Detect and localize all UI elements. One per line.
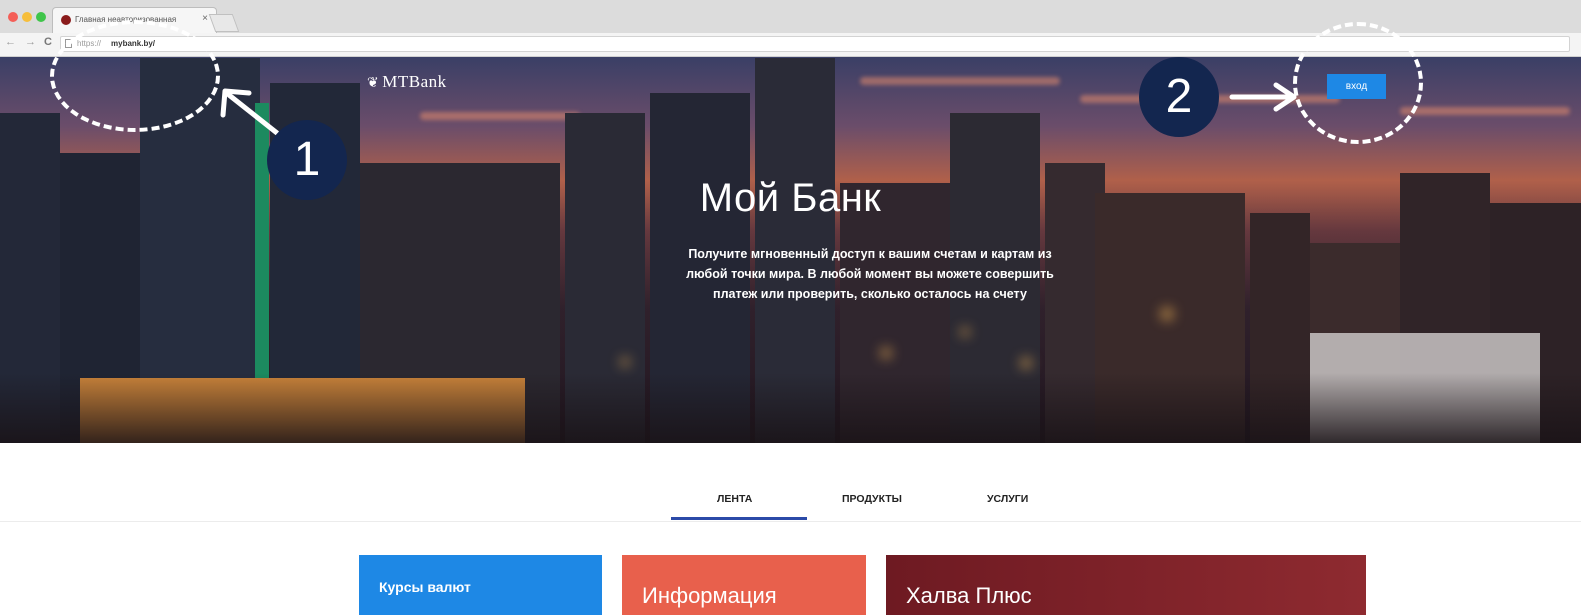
card-halva-plus-label: Халва Плюс <box>906 583 1032 608</box>
city-light <box>1020 357 1032 369</box>
active-tab-indicator <box>671 517 807 520</box>
close-window-icon[interactable] <box>8 12 18 22</box>
city-light <box>960 327 970 337</box>
new-tab-button[interactable] <box>208 14 240 32</box>
card-exchange-rates[interactable]: Курсы валют <box>359 555 602 615</box>
city-light <box>620 357 630 367</box>
mtbank-logo[interactable]: ❦ MTBank <box>367 72 447 92</box>
favicon-icon <box>61 15 71 25</box>
cloud-shape <box>1400 107 1570 115</box>
card-information-label: Информация <box>642 583 777 608</box>
city-light <box>1160 307 1174 321</box>
ground-shade <box>0 373 1581 443</box>
annotation-arrow-1 <box>220 88 280 136</box>
annotation-circle-1 <box>50 20 220 132</box>
city-light <box>880 347 892 359</box>
annotation-circle-2 <box>1293 22 1423 144</box>
annotation-badge-1: 1 <box>267 120 347 200</box>
hero-title: Мой Банк <box>699 176 882 220</box>
content-tabs: ЛЕНТА ПРОДУКТЫ УСЛУГИ <box>0 443 1581 522</box>
tab-services[interactable]: УСЛУГИ <box>987 493 1028 505</box>
forward-icon[interactable]: → <box>25 36 36 48</box>
cloud-shape <box>420 112 580 120</box>
card-halva-plus[interactable]: Халва Плюс <box>886 555 1366 615</box>
annotation-arrow-2 <box>1229 82 1297 112</box>
maximize-window-icon[interactable] <box>36 12 46 22</box>
cloud-shape <box>860 77 1060 85</box>
card-information[interactable]: Информация <box>622 555 866 615</box>
card-exchange-rates-label: Курсы валют <box>379 579 471 595</box>
logo-text: MTBank <box>382 72 447 91</box>
annotation-badge-2: 2 <box>1139 57 1219 137</box>
minimize-window-icon[interactable] <box>22 12 32 22</box>
tab-products[interactable]: ПРОДУКТЫ <box>842 493 902 505</box>
back-icon[interactable]: ← <box>5 36 16 48</box>
reload-icon[interactable]: C <box>44 36 52 48</box>
tab-close-icon[interactable]: × <box>202 13 208 24</box>
hero-description: Получите мгновенный доступ к вашим счета… <box>686 247 1054 301</box>
logo-wing-icon: ❦ <box>367 76 380 91</box>
tab-feed[interactable]: ЛЕНТА <box>717 493 752 505</box>
